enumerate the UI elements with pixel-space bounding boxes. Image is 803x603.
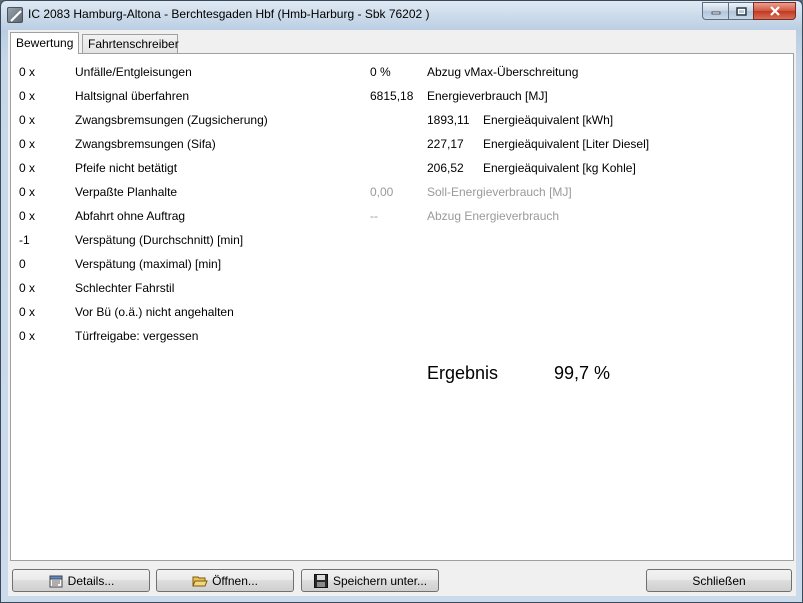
minimize-icon	[711, 11, 720, 15]
penalty-label: Schlechter Fahrstil	[75, 281, 175, 295]
close-icon	[769, 6, 780, 16]
penalty-count: -1	[19, 233, 30, 247]
penalty-label: Haltsignal überfahren	[75, 89, 190, 103]
title-bar[interactable]: IC 2083 Hamburg-Altona - Berchtesgaden H…	[1, 1, 802, 29]
energy-equivalent-value: 1893,11	[427, 113, 470, 127]
folder-open-icon	[192, 573, 208, 589]
target-energy-value: 0,00	[370, 185, 394, 199]
target-energy-label: Soll-Energieverbrauch [MJ]	[427, 185, 572, 199]
evaluation-panel: 0 x Unfälle/Entgleisungen 0 x Haltsignal…	[10, 53, 794, 561]
energy-equivalent-label: Energieäquivalent [Liter Diesel]	[483, 137, 650, 151]
penalty-count: 0 x	[19, 281, 36, 295]
vmax-value: 0 %	[370, 65, 391, 79]
maximize-icon	[735, 6, 747, 16]
energy-deduction-value: --	[370, 209, 378, 223]
penalty-count: 0 x	[19, 329, 36, 343]
details-label: Details...	[67, 573, 115, 588]
tab-fahrtenschreiber[interactable]: Fahrtenschreiber	[82, 34, 179, 53]
energy-consumption-label: Energieverbrauch [MJ]	[427, 89, 548, 103]
result-label: Ergebnis	[427, 363, 499, 383]
details-icon	[48, 573, 64, 589]
penalty-count: 0 x	[19, 65, 36, 79]
penalty-label: Abfahrt ohne Auftrag	[75, 209, 186, 223]
energy-equivalent-value: 206,52	[427, 161, 464, 175]
penalty-count: 0 x	[19, 137, 36, 151]
penalty-label: Zwangsbremsungen (Sifa)	[75, 137, 216, 151]
penalty-count: 0 x	[19, 161, 36, 175]
energy-consumption-value: 6815,18	[370, 89, 414, 103]
penalty-count: 0 x	[19, 89, 36, 103]
window-controls	[702, 2, 796, 20]
penalty-count: 0 x	[19, 305, 36, 319]
penalty-label: Pfeife nicht betätigt	[75, 161, 178, 175]
penalty-label: Verpaßte Planhalte	[75, 185, 178, 199]
penalty-label: Zwangsbremsungen (Zugsicherung)	[75, 113, 268, 127]
close-label: Schließen	[692, 573, 746, 588]
penalty-count: 0 x	[19, 113, 36, 127]
details-button[interactable]: Details...	[12, 569, 150, 592]
penalty-label: Türfreigabe: vergessen	[75, 329, 199, 343]
open-button[interactable]: Öffnen...	[156, 569, 294, 592]
client-area: Bewertung Fahrtenschreiber 0 x Unfälle/E…	[8, 30, 796, 596]
result-value: 99,7 %	[554, 363, 611, 383]
minimize-button[interactable]	[702, 2, 728, 20]
penalty-label: Vor Bü (o.ä.) nicht angehalten	[75, 305, 234, 319]
close-button[interactable]: Schließen	[646, 569, 792, 592]
window-title: IC 2083 Hamburg-Altona - Berchtesgaden H…	[28, 7, 430, 21]
penalty-label: Unfälle/Entgleisungen	[75, 65, 192, 79]
penalty-count: 0 x	[19, 185, 36, 199]
floppy-disk-icon	[313, 573, 329, 589]
energy-equivalent-label: Energieäquivalent [kg Kohle]	[483, 161, 636, 175]
save-as-label: Speichern unter...	[332, 573, 428, 588]
open-label: Öffnen...	[212, 573, 258, 588]
energy-equivalent-value: 227,17	[427, 137, 464, 151]
maximize-button[interactable]	[728, 2, 753, 20]
main-window: IC 2083 Hamburg-Altona - Berchtesgaden H…	[0, 0, 803, 603]
energy-equivalent-label: Energieäquivalent [kWh]	[483, 113, 614, 127]
save-as-button[interactable]: Speichern unter...	[301, 569, 439, 592]
energy-deduction-label: Abzug Energieverbrauch	[427, 209, 560, 223]
train-app-icon[interactable]	[7, 7, 23, 23]
tab-bewertung[interactable]: Bewertung	[10, 32, 79, 54]
button-bar: Details... Öffnen... Speichern unter... …	[8, 565, 796, 595]
close-window-button[interactable]	[753, 2, 796, 20]
penalty-count: 0	[19, 257, 26, 271]
penalty-label: Verspätung (maximal) [min]	[75, 257, 222, 271]
vmax-label: Abzug vMax-Überschreitung	[427, 65, 579, 79]
penalty-count: 0 x	[19, 209, 36, 223]
penalty-label: Verspätung (Durchschnitt) [min]	[75, 233, 244, 247]
